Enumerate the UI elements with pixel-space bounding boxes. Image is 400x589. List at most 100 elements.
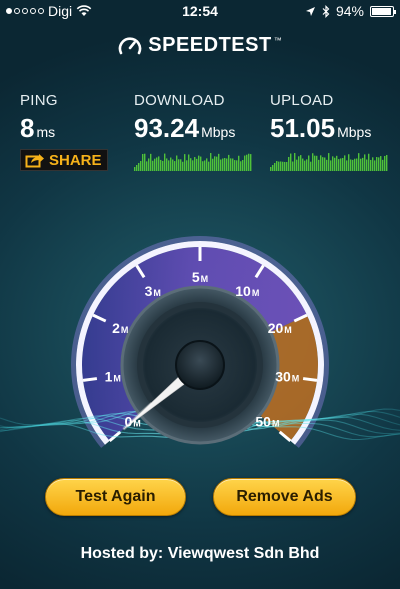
gauge-tick-unit: M bbox=[284, 325, 292, 335]
upload-graph-bar bbox=[300, 155, 302, 171]
upload-graph-bar bbox=[318, 159, 320, 171]
gauge-tick-label: 10 bbox=[235, 283, 251, 299]
download-graph-bar bbox=[140, 161, 142, 171]
download-graph-bar bbox=[248, 153, 250, 171]
download-graph-bar bbox=[160, 159, 162, 171]
download-graph-bar bbox=[178, 159, 180, 171]
app-logo: SPEEDTEST ™ bbox=[0, 34, 400, 57]
upload-graph-bar bbox=[306, 159, 308, 171]
upload-graph-bar bbox=[348, 154, 350, 171]
download-graph-bar bbox=[152, 160, 154, 171]
gauge-tick bbox=[302, 377, 318, 382]
hosted-by-text: Hosted by: Viewqwest Sdn Bhd bbox=[80, 545, 320, 562]
download-graph-bar bbox=[210, 153, 212, 171]
gauge-tick-label: 30 bbox=[275, 368, 291, 384]
upload-graph-bar bbox=[336, 155, 338, 171]
upload-graph-bar bbox=[304, 160, 306, 171]
app-title: SPEEDTEST bbox=[148, 34, 272, 56]
download-graph-bar bbox=[136, 165, 138, 171]
upload-graph-bar bbox=[330, 160, 332, 171]
upload-graph-bar bbox=[328, 153, 330, 171]
share-icon bbox=[25, 154, 44, 168]
gauge-tick-unit: M bbox=[201, 274, 209, 284]
gauge-hub bbox=[175, 340, 225, 390]
upload-graph-bar bbox=[314, 155, 316, 171]
download-graph-bar bbox=[218, 153, 220, 171]
download-graph-bar bbox=[222, 158, 224, 171]
download-graph-bar bbox=[184, 154, 186, 171]
upload-graph-bar bbox=[342, 158, 344, 171]
gauge-tick-unit: M bbox=[121, 325, 128, 335]
upload-graph-bar bbox=[322, 157, 324, 171]
download-graph-bar bbox=[234, 160, 236, 171]
upload-graph-bar bbox=[384, 155, 386, 171]
download-graph-bar bbox=[188, 154, 190, 171]
download-graph-bar bbox=[202, 161, 204, 171]
download-graph-bar bbox=[158, 156, 160, 171]
gauge-tick-unit: M bbox=[133, 419, 141, 429]
gauge-tick-label: 5 bbox=[192, 269, 200, 285]
download-graph-bar bbox=[170, 157, 172, 171]
download-graph-bar bbox=[144, 153, 146, 171]
upload-graph-bar bbox=[352, 159, 354, 171]
download-graph-bar bbox=[148, 158, 150, 171]
download-graph-bar bbox=[194, 157, 196, 171]
ping-unit: ms bbox=[36, 124, 56, 140]
upload-graph-bar bbox=[378, 157, 380, 171]
gauge-tick-label: 3 bbox=[145, 283, 153, 299]
upload-graph-bar bbox=[290, 153, 292, 171]
upload-graph-bar bbox=[282, 161, 284, 171]
download-graph-bar bbox=[134, 167, 136, 171]
upload-graph-bar bbox=[366, 159, 368, 171]
download-graph-bar bbox=[250, 154, 252, 171]
upload-graph-bar bbox=[292, 161, 294, 171]
speedometer-logo-icon bbox=[118, 36, 142, 54]
bluetooth-icon bbox=[322, 4, 330, 18]
upload-graph-bar bbox=[312, 153, 314, 171]
download-graph-bar bbox=[168, 160, 170, 171]
upload-graph-bar bbox=[358, 153, 360, 171]
download-value: 93.24 bbox=[134, 113, 200, 143]
upload-graph-bar bbox=[356, 158, 358, 171]
upload-graph-bar bbox=[308, 155, 310, 171]
download-graph-bar bbox=[204, 160, 206, 171]
download-graph-bar bbox=[146, 161, 148, 171]
upload-graph-bar bbox=[354, 158, 356, 171]
share-button[interactable]: SHARE bbox=[20, 149, 108, 171]
upload-graph-bar bbox=[310, 161, 312, 171]
download-graph-bar bbox=[214, 156, 216, 171]
location-arrow-icon bbox=[305, 6, 315, 16]
download-graph-bar bbox=[156, 157, 158, 171]
download-graph-bar bbox=[190, 158, 192, 171]
upload-value-row: 51.05 Mbps bbox=[270, 113, 371, 144]
download-graph-bar bbox=[244, 155, 246, 171]
download-graph-bar bbox=[238, 155, 240, 171]
speed-gauge: 0M1M2M3M5M10M20M30M50M bbox=[0, 235, 400, 448]
test-again-button[interactable]: Test Again bbox=[45, 478, 186, 516]
download-graph-bar bbox=[154, 158, 156, 171]
upload-graph-bar bbox=[298, 156, 300, 171]
download-unit: Mbps bbox=[201, 124, 236, 140]
upload-graph-bar bbox=[382, 159, 384, 171]
upload-graph-bar bbox=[386, 154, 388, 171]
share-label: SHARE bbox=[49, 151, 102, 169]
upload-graph-bar bbox=[332, 156, 334, 171]
download-graph-bar bbox=[174, 161, 176, 171]
download-graph-bar bbox=[176, 155, 178, 171]
download-graph-bar bbox=[172, 159, 174, 171]
upload-graph-bar bbox=[284, 161, 286, 171]
upload-graph-bar bbox=[270, 167, 272, 171]
gauge-tick-unit: M bbox=[292, 373, 300, 383]
remove-ads-button[interactable]: Remove Ads bbox=[213, 478, 356, 516]
trademark-mark: ™ bbox=[273, 36, 282, 45]
gauge-tick bbox=[82, 377, 98, 382]
upload-graph-bar bbox=[350, 159, 352, 171]
upload-graph-bar bbox=[374, 160, 376, 171]
upload-graph-bar bbox=[364, 154, 366, 171]
download-graph-bar bbox=[186, 160, 188, 171]
upload-graph-bar bbox=[326, 159, 328, 171]
speedtest-screen: Digi 12:54 94% SPEEDTEST ™ PING 8 ms DOW… bbox=[0, 0, 400, 589]
download-graph-bar bbox=[224, 157, 226, 171]
download-graph-bar bbox=[206, 158, 208, 171]
download-graph-bar bbox=[236, 160, 238, 171]
